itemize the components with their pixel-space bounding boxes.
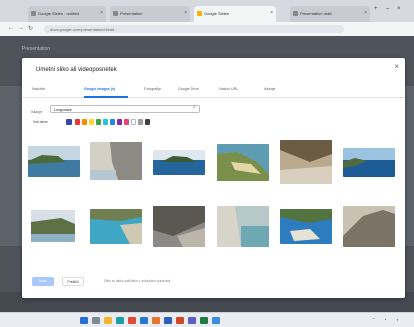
powerpoint-icon[interactable] bbox=[176, 317, 184, 324]
image-thumbnail[interactable] bbox=[90, 209, 142, 244]
cancel-button[interactable]: Prekliči bbox=[62, 277, 84, 286]
tab-favicon-icon bbox=[31, 11, 36, 16]
color-swatch[interactable] bbox=[103, 119, 108, 125]
tab-label: Presentation bbox=[120, 11, 143, 16]
excel-icon[interactable] bbox=[200, 317, 208, 324]
browser-tab[interactable]: Google Slides - untitled × bbox=[28, 6, 106, 22]
address-bar: ← → ↻ docs.google.com/presentation/d/edi… bbox=[0, 22, 414, 36]
color-filter-select[interactable]: Vse barve bbox=[31, 119, 64, 126]
url-field[interactable]: docs.google.com/presentation/d/edit bbox=[44, 25, 344, 33]
system-tray[interactable]: ⌃ bbox=[372, 317, 375, 322]
browser-tabbar: Google Slides - untitled × Presentation … bbox=[0, 0, 414, 22]
color-swatch[interactable] bbox=[75, 119, 80, 125]
tab-favicon-icon bbox=[113, 11, 118, 16]
photos-icon[interactable] bbox=[212, 317, 220, 324]
tab-google-images[interactable]: Google Images (v) bbox=[84, 87, 115, 91]
color-swatch[interactable] bbox=[110, 119, 115, 125]
image-thumbnail[interactable] bbox=[28, 146, 80, 177]
active-tab-indicator bbox=[84, 96, 128, 98]
tab-label: Presentation draft bbox=[300, 11, 332, 16]
tab-favicon-icon bbox=[197, 11, 202, 16]
chrome-icon[interactable] bbox=[128, 317, 136, 324]
windows-icon[interactable] bbox=[80, 317, 88, 324]
palette-icon[interactable] bbox=[66, 119, 72, 125]
wifi-icon[interactable]: ◔ bbox=[384, 317, 386, 322]
color-swatch[interactable] bbox=[82, 119, 87, 125]
image-thumbnail[interactable] bbox=[90, 142, 142, 180]
forward-icon[interactable]: → bbox=[18, 25, 24, 31]
tab-label: Google Slides - untitled bbox=[38, 11, 80, 16]
copyright-note: Slike so lahko zaščitene z avtorskimi pr… bbox=[104, 279, 171, 283]
back-icon[interactable]: ← bbox=[8, 25, 14, 31]
browser-tab[interactable]: Presentation × bbox=[110, 6, 190, 22]
new-tab-icon[interactable]: + bbox=[374, 6, 378, 12]
image-thumbnail[interactable] bbox=[280, 209, 332, 244]
close-icon[interactable]: × bbox=[394, 62, 399, 71]
image-thumbnail[interactable] bbox=[343, 206, 395, 247]
image-thumbnail[interactable] bbox=[343, 148, 395, 177]
tab-label: Google Slides bbox=[204, 11, 229, 16]
color-swatch[interactable] bbox=[124, 119, 129, 125]
search-input[interactable] bbox=[50, 105, 200, 113]
dialog-title: Umetni sliko ali videoposnetek bbox=[36, 67, 117, 73]
close-icon[interactable]: × bbox=[100, 10, 103, 16]
close-window-icon[interactable]: × bbox=[397, 6, 401, 12]
color-swatch[interactable] bbox=[89, 119, 94, 125]
reload-icon[interactable]: ↻ bbox=[28, 25, 33, 32]
insert-image-dialog: Umetni sliko ali videoposnetek × Naložit… bbox=[22, 58, 405, 298]
browser-tab[interactable]: Presentation draft × bbox=[290, 6, 370, 22]
color-swatch[interactable] bbox=[138, 119, 143, 125]
volume-icon[interactable]: ◖ bbox=[396, 317, 398, 322]
page-left-panel bbox=[0, 86, 22, 246]
browser-tab-active[interactable]: Google Slides × bbox=[194, 6, 276, 22]
word-icon[interactable] bbox=[164, 317, 172, 324]
tab-favicon-icon bbox=[293, 11, 298, 16]
color-swatch[interactable] bbox=[96, 119, 101, 125]
search-label: Iskanje: bbox=[31, 110, 44, 114]
page-heading: Presentation bbox=[22, 46, 51, 52]
taskbar: ⌃ ◔ ◖ bbox=[0, 312, 414, 327]
image-thumbnail[interactable] bbox=[217, 144, 269, 181]
color-swatch[interactable] bbox=[131, 119, 136, 125]
image-thumbnail[interactable] bbox=[280, 140, 332, 184]
store-icon[interactable] bbox=[152, 317, 160, 324]
search-icon[interactable] bbox=[92, 317, 100, 324]
tab-google-drive[interactable]: Google Drive bbox=[178, 87, 199, 91]
tab-photos[interactable]: Fotografije bbox=[144, 87, 161, 91]
file-explorer-icon[interactable] bbox=[104, 317, 112, 324]
image-thumbnail[interactable] bbox=[153, 150, 205, 175]
tab-upload[interactable]: Naložite bbox=[32, 87, 45, 91]
color-swatch[interactable] bbox=[145, 119, 150, 125]
tab-search[interactable]: Iskanje bbox=[264, 87, 275, 91]
image-thumbnail[interactable] bbox=[31, 210, 75, 242]
tab-url[interactable]: Naslov URL bbox=[219, 87, 238, 91]
search-icon[interactable]: ⌕ bbox=[193, 104, 196, 110]
mail-icon[interactable] bbox=[140, 317, 148, 324]
close-icon[interactable]: × bbox=[364, 10, 367, 16]
image-thumbnail[interactable] bbox=[153, 206, 205, 247]
teams-icon[interactable] bbox=[188, 317, 196, 324]
close-icon[interactable]: × bbox=[184, 10, 187, 16]
image-thumbnail[interactable] bbox=[217, 206, 269, 247]
close-icon[interactable]: × bbox=[270, 10, 273, 16]
select-button[interactable]: Izberi bbox=[32, 277, 54, 286]
edge-icon[interactable] bbox=[116, 317, 124, 324]
minimize-icon[interactable]: – bbox=[386, 6, 389, 12]
dialog-tabs: Naložite Google Images (v) Fotografije G… bbox=[22, 84, 405, 98]
color-swatch[interactable] bbox=[117, 119, 122, 125]
